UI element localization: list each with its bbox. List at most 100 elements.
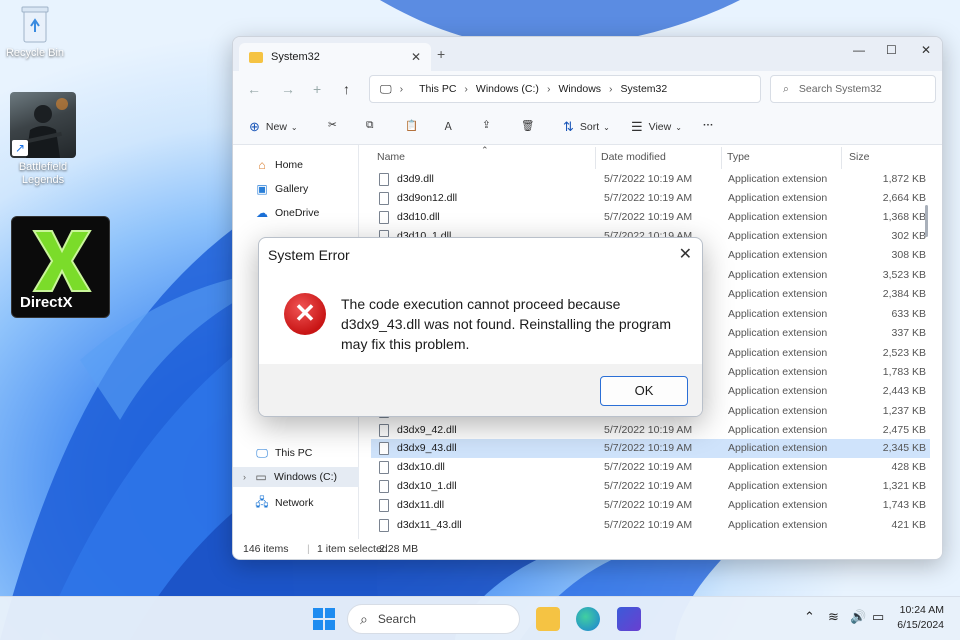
dll-file-icon [379,211,389,224]
cloud-icon: ☁ [256,206,268,220]
file-type: Application extension [728,192,828,204]
ok-button[interactable]: OK [600,376,688,406]
nav-item-this-pc[interactable]: 🖵 This PC [233,443,359,463]
plus-circle-icon: ⊕ [249,119,260,134]
nav-item-windows-c[interactable]: › ▭ Windows (C:) [233,467,359,487]
chevron-right-icon: › [609,83,613,95]
table-row[interactable]: d3dx11_43.dll 5/7/2022 10:19 AM Applicatio… [371,516,930,535]
delete-icon[interactable]: 🗑 [521,119,534,132]
new-button[interactable]: ⊕ New ⌄ [249,119,298,135]
breadcrumb-system32[interactable]: System32 [621,83,668,95]
table-row[interactable]: d3dx11.dll 5/7/2022 10:19 AM Application e… [371,496,930,515]
up-button[interactable]: ↑ [343,81,350,97]
file-explorer-icon[interactable] [536,607,560,631]
nav-label: Gallery [275,183,309,195]
column-date[interactable]: Date modified [601,151,666,163]
table-row[interactable]: d3dx10_1.dll 5/7/2022 10:19 AM Application… [371,477,930,496]
clock-time: 10:24 AM [899,604,944,616]
home-icon: ⌂ [258,158,266,172]
file-date: 5/7/2022 10:19 AM [604,192,693,204]
cut-icon[interactable]: ✂ [328,119,337,131]
column-type[interactable]: Type [727,151,750,163]
column-name[interactable]: Name [377,151,405,163]
table-row[interactable]: d3dx9_43.dll 5/7/2022 10:19 AM Application… [371,439,930,458]
system-error-dialog[interactable]: System Error ✕ ✕ The code execution cann… [258,237,703,417]
column-headers: Name ⌃ Date modified Type Size [361,145,930,169]
volume-icon[interactable]: 🔊 [850,609,866,625]
minimize-button[interactable]: — [853,43,865,57]
view-label: View [648,121,672,133]
start-button[interactable] [313,608,335,630]
dialog-close-button[interactable]: ✕ [679,244,692,264]
back-button[interactable]: ← [247,81,261,97]
view-button[interactable]: ☰ View ⌄ [631,119,682,135]
nav-label: OneDrive [275,207,320,219]
search-icon: ⌕ [360,610,368,627]
clock[interactable]: 10:24 AM 6/15/2024 [897,603,944,633]
maximize-button[interactable]: ☐ [886,43,897,57]
column-size[interactable]: Size [849,151,869,163]
table-row[interactable]: d3d10.dll 5/7/2022 10:19 AM Application ex… [371,208,930,227]
shortcut-arrow-icon: ↗ [12,140,28,156]
new-tab-button[interactable]: + [437,46,445,62]
nav-item-onedrive[interactable]: ☁ OneDrive [233,203,359,223]
search-input[interactable]: ⌕ Search System32 [770,75,936,103]
nav-label: Network [275,497,314,509]
nav-item-gallery[interactable]: ▣ Gallery [233,179,359,199]
desktop-icon-directx[interactable]: DirectX [11,216,112,318]
tab-close-icon[interactable]: ✕ [411,50,421,64]
address-input[interactable]: 🖵 › This PC › Windows (C:) › Windows › S… [369,75,761,103]
battery-icon[interactable]: ▭ [872,609,884,625]
file-date: 5/7/2022 10:19 AM [604,461,693,473]
dll-file-icon [379,173,389,186]
chevron-down-icon: ⌄ [603,122,610,132]
store-icon[interactable] [617,607,641,631]
file-name: d3d9.dll [397,173,434,185]
sort-ascending-icon: ⌃ [481,145,489,155]
file-date: 5/7/2022 10:19 AM [604,173,693,185]
table-row[interactable]: d3d9.dll 5/7/2022 10:19 AM Application ext… [371,170,930,189]
chevron-right-icon: › [399,83,404,95]
file-type: Application extension [728,405,828,417]
file-name: d3dx11.dll [397,499,445,511]
file-size: 2,384 KB [882,288,926,300]
recent-button[interactable]: + [313,81,321,97]
desktop-icon-recycle-bin[interactable]: Recycle Bin [4,4,66,60]
breadcrumb-windows-c[interactable]: Windows (C:) [476,83,539,95]
taskbar-search[interactable]: ⌕ Search [347,604,520,634]
breadcrumb-windows[interactable]: Windows [558,83,601,95]
wifi-icon[interactable]: ≋ [828,609,839,625]
status-bar: 146 items | 1 item selected 2.28 MB [233,539,942,559]
file-name: d3dx11_43.dll [397,519,462,531]
network-icon: 🖧 [255,494,269,509]
forward-button[interactable]: → [281,81,295,97]
share-icon[interactable]: ⇪ [482,119,491,131]
dll-file-icon [379,192,389,205]
chevron-right-icon: › [243,472,246,482]
nav-item-home[interactable]: ⌂ Home [233,155,359,175]
file-size: 1,872 KB [882,173,926,185]
file-type: Application extension [728,499,828,511]
file-size: 428 KB [891,461,926,473]
close-window-button[interactable]: ✕ [921,43,931,57]
table-row[interactable]: d3dx9_42.dll 5/7/2022 10:19 AM Application… [371,421,930,440]
table-row[interactable]: d3d9on12.dll 5/7/2022 10:19 AM Application… [371,189,930,208]
copy-icon[interactable]: ⧉ [366,119,374,132]
table-row[interactable]: d3dx10.dll 5/7/2022 10:19 AM Application e… [371,458,930,477]
vertical-scrollbar[interactable] [925,205,928,237]
rename-icon[interactable]: Ａ [443,119,454,134]
breadcrumb-this-pc[interactable]: This PC [419,83,456,95]
more-options-icon[interactable]: ··· [703,119,714,131]
file-size: 1,783 KB [882,366,926,378]
desktop-icon-battlefield-legends[interactable]: ↗ Battlefield Legends [8,92,78,187]
nav-item-network[interactable]: 🖧 Network [233,493,359,513]
title-bar: System32 ✕ + — ☐ ✕ [233,37,942,71]
tab-system32[interactable]: System32 ✕ [239,43,431,71]
paste-icon[interactable]: 📋 [405,119,418,132]
sort-button[interactable]: ⇅ Sort ⌄ [563,119,610,135]
edge-browser-icon[interactable] [576,607,600,631]
chevron-up-icon[interactable]: ⌃ [804,609,815,625]
chevron-right-icon: › [464,83,468,95]
file-size: 2,345 KB [882,442,926,454]
file-size: 1,237 KB [882,405,926,417]
